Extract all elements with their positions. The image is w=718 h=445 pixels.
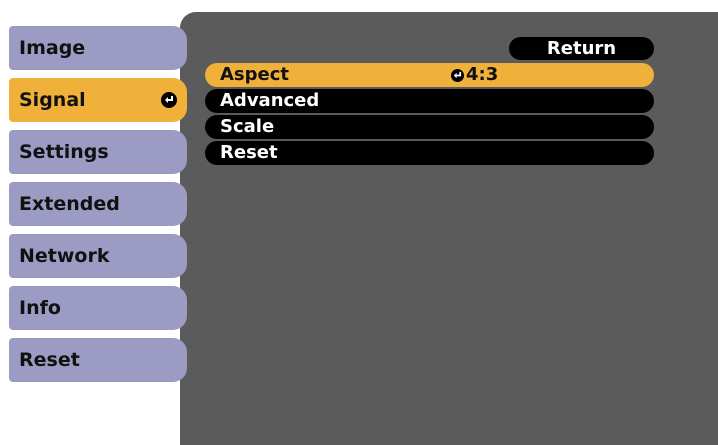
sidebar-item-info[interactable]: Info xyxy=(9,286,187,330)
sidebar-item-extended[interactable]: Extended xyxy=(9,182,187,226)
sidebar-item-image[interactable]: Image xyxy=(9,26,187,70)
menu-item-label: Scale xyxy=(220,116,275,137)
menu-item-advanced[interactable]: Advanced xyxy=(205,89,654,113)
menu-item-scale[interactable]: Scale xyxy=(205,115,654,139)
sidebar-item-label: Signal xyxy=(19,89,86,111)
menu-item-value: 4:3 xyxy=(451,63,498,87)
sidebar-item-label: Settings xyxy=(19,141,109,163)
sidebar-item-network[interactable]: Network xyxy=(9,234,187,278)
sidebar-item-settings[interactable]: Settings xyxy=(9,130,187,174)
enter-icon xyxy=(161,92,177,108)
sidebar-item-label: Network xyxy=(19,245,110,267)
return-label: Return xyxy=(546,38,617,59)
sidebar-item-label: Extended xyxy=(19,193,120,215)
menu-item-reset[interactable]: Reset xyxy=(205,141,654,165)
sidebar-item-label: Info xyxy=(19,297,61,319)
return-button[interactable]: Return xyxy=(509,37,654,60)
menu-item-label: Advanced xyxy=(220,90,320,111)
sidebar-item-reset[interactable]: Reset xyxy=(9,338,187,382)
menu-item-aspect[interactable]: Aspect 4:3 xyxy=(205,63,654,87)
sidebar-item-signal[interactable]: Signal xyxy=(9,78,187,122)
sidebar-item-label: Image xyxy=(19,37,86,59)
aspect-value: 4:3 xyxy=(466,64,499,85)
menu-item-label: Reset xyxy=(220,142,278,163)
enter-icon xyxy=(451,68,464,82)
sidebar-item-label: Reset xyxy=(19,349,80,371)
menu-item-label: Aspect xyxy=(220,64,290,85)
